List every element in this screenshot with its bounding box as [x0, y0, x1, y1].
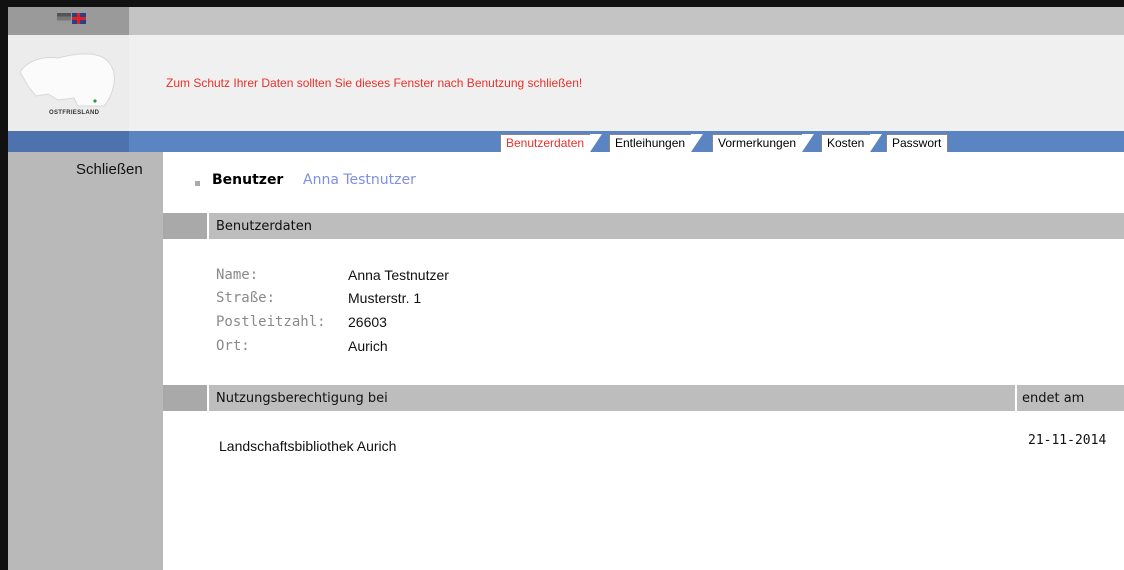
uk-flag-icon[interactable] [72, 13, 86, 24]
permissions-header-indent [163, 385, 208, 411]
ostfriesland-map-logo-icon [19, 53, 115, 107]
permissions-col-ends: endet am [1022, 391, 1085, 406]
field-label-city: Ort: [216, 338, 250, 354]
tab-entleihungen[interactable]: Entleihungen [609, 134, 704, 152]
field-label-name: Name: [216, 267, 259, 283]
tab-vormerkungen[interactable]: Vormerkungen [712, 134, 815, 152]
tab-bar-left [8, 131, 129, 152]
german-flag-icon[interactable] [57, 13, 71, 24]
tab-label: Kosten [827, 136, 865, 150]
tab-label: Benutzerdaten [506, 136, 585, 150]
bullet-icon [195, 181, 200, 186]
sidebar [8, 152, 163, 570]
user-name: Anna Testnutzer [303, 172, 416, 188]
userdata-section-indent [163, 213, 208, 239]
tab-kosten[interactable]: Kosten [821, 134, 883, 152]
field-label-zip: Postleitzahl: [216, 314, 326, 330]
field-label-street: Straße: [216, 290, 276, 306]
table-row-library: Landschaftsbibliothek Aurich [219, 438, 397, 454]
field-value-zip: 26603 [348, 314, 387, 330]
divider [1015, 385, 1017, 411]
tab-label: Vormerkungen [718, 136, 797, 150]
tab-label: Passwort [892, 136, 942, 150]
divider [207, 385, 209, 411]
table-row-ends: 21-11-2014 [1028, 433, 1107, 448]
field-value-name: Anna Testnutzer [348, 267, 449, 283]
tab-passwort[interactable]: Passwort [886, 134, 949, 152]
window-frame-left [0, 0, 8, 570]
field-value-city: Aurich [348, 338, 388, 354]
divider [207, 213, 209, 239]
close-link[interactable]: Schließen [76, 161, 143, 178]
tab-benutzerdaten[interactable]: Benutzerdaten [500, 134, 603, 152]
permissions-col-library: Nutzungsberechtigung bei [216, 391, 388, 406]
userdata-section-title: Benutzerdaten [216, 219, 312, 234]
user-label: Benutzer [212, 172, 284, 188]
window-frame-top [0, 0, 1124, 7]
privacy-warning: Zum Schutz Ihrer Daten sollten Sie diese… [166, 76, 583, 90]
top-strip [8, 7, 1124, 35]
tab-label: Entleihungen [615, 136, 686, 150]
logo-text: OSTFRIESLAND [49, 110, 100, 116]
field-value-street: Musterstr. 1 [348, 290, 422, 306]
